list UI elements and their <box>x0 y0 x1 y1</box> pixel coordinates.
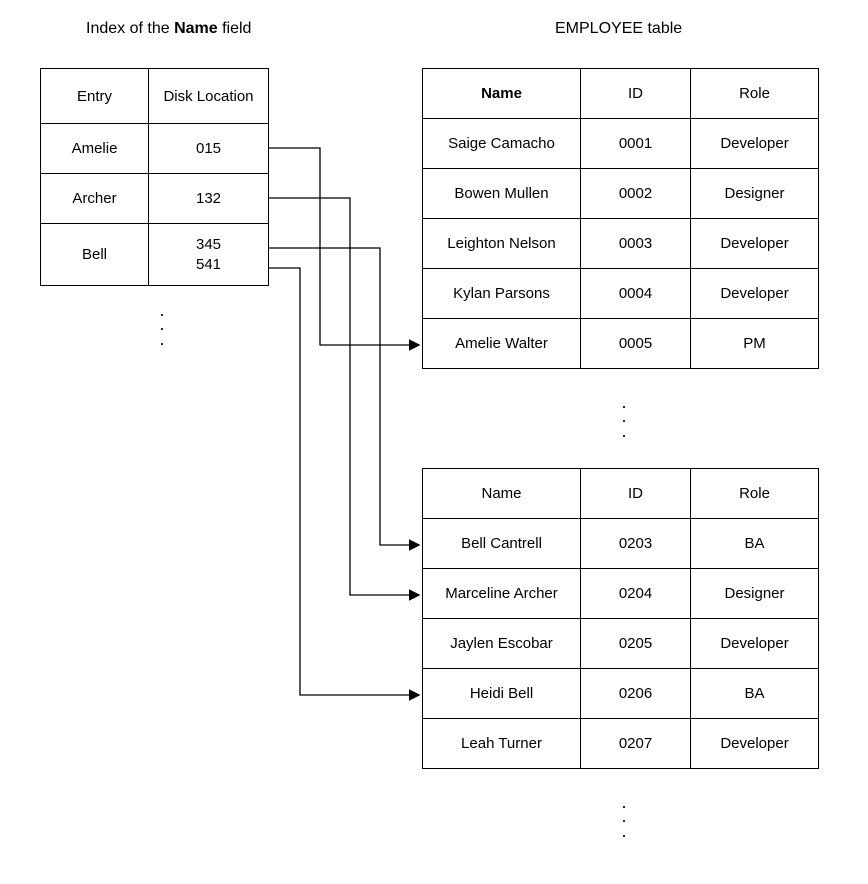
emp-id: 0206 <box>581 669 691 719</box>
emp-header-name: Name <box>423 469 581 519</box>
emp-role: Designer <box>691 169 819 219</box>
emp-header-role: Role <box>691 69 819 119</box>
index-title-bold: Name <box>174 20 218 37</box>
emp-id: 0205 <box>581 619 691 669</box>
emp-id: 0001 <box>581 119 691 169</box>
emp-header-id: ID <box>581 69 691 119</box>
emp-name: Kylan Parsons <box>423 269 581 319</box>
index-entry: Bell <box>41 224 149 286</box>
employee-table-2: Name ID Role Bell Cantrell 0203 BA Marce… <box>422 468 819 769</box>
index-title-post: field <box>218 20 252 37</box>
emp-role: PM <box>691 319 819 369</box>
index-header-disk: Disk Location <box>149 69 269 124</box>
emp-name: Leighton Nelson <box>423 219 581 269</box>
index-disk: 132 <box>149 174 269 224</box>
arrow-amelie <box>268 148 418 345</box>
emp-header-row: Name ID Role <box>423 69 819 119</box>
table-row: Jaylen Escobar 0205 Developer <box>423 619 819 669</box>
emp-role: Developer <box>691 619 819 669</box>
emp-role: Designer <box>691 569 819 619</box>
emp-id: 0203 <box>581 519 691 569</box>
emp-id: 0204 <box>581 569 691 619</box>
index-disk: 345 541 <box>149 224 269 286</box>
emp-name: Saige Camacho <box>423 119 581 169</box>
emp-name: Heidi Bell <box>423 669 581 719</box>
emp-role: BA <box>691 669 819 719</box>
table-row: Leighton Nelson 0003 Developer <box>423 219 819 269</box>
ellipsis-vertical: . . . <box>152 303 172 346</box>
index-disk-line: 345 <box>149 235 268 255</box>
table-row: Leah Turner 0207 Developer <box>423 719 819 769</box>
employee-table-1: Name ID Role Saige Camacho 0001 Develope… <box>422 68 819 369</box>
arrow-archer <box>268 198 418 595</box>
table-row: Saige Camacho 0001 Developer <box>423 119 819 169</box>
ellipsis-vertical: . . . <box>614 395 634 438</box>
index-table: Entry Disk Location Amelie 015 Archer 13… <box>40 68 269 286</box>
emp-id: 0004 <box>581 269 691 319</box>
index-title: Index of the Name field <box>86 20 251 38</box>
emp-id: 0003 <box>581 219 691 269</box>
index-row: Amelie 015 <box>41 124 269 174</box>
ellipsis-vertical: . . . <box>614 795 634 838</box>
emp-role: Developer <box>691 719 819 769</box>
index-disk: 015 <box>149 124 269 174</box>
index-entry: Amelie <box>41 124 149 174</box>
table-row: Bowen Mullen 0002 Designer <box>423 169 819 219</box>
emp-name: Amelie Walter <box>423 319 581 369</box>
emp-id: 0207 <box>581 719 691 769</box>
table-row: Kylan Parsons 0004 Developer <box>423 269 819 319</box>
table-row: Heidi Bell 0206 BA <box>423 669 819 719</box>
emp-name: Bowen Mullen <box>423 169 581 219</box>
index-disk-line: 541 <box>149 255 268 275</box>
arrow-bell-2 <box>268 268 418 695</box>
emp-header-row: Name ID Role <box>423 469 819 519</box>
index-row: Archer 132 <box>41 174 269 224</box>
emp-role: Developer <box>691 269 819 319</box>
index-header-row: Entry Disk Location <box>41 69 269 124</box>
table-row: Marceline Archer 0204 Designer <box>423 569 819 619</box>
arrow-bell-1 <box>268 248 418 545</box>
table-row: Amelie Walter 0005 PM <box>423 319 819 369</box>
index-header-entry: Entry <box>41 69 149 124</box>
emp-role: Developer <box>691 219 819 269</box>
emp-name: Bell Cantrell <box>423 519 581 569</box>
table-row: Bell Cantrell 0203 BA <box>423 519 819 569</box>
index-entry: Archer <box>41 174 149 224</box>
emp-id: 0005 <box>581 319 691 369</box>
emp-name: Jaylen Escobar <box>423 619 581 669</box>
emp-role: BA <box>691 519 819 569</box>
emp-id: 0002 <box>581 169 691 219</box>
emp-name: Leah Turner <box>423 719 581 769</box>
emp-header-role: Role <box>691 469 819 519</box>
index-row: Bell 345 541 <box>41 224 269 286</box>
emp-name: Marceline Archer <box>423 569 581 619</box>
emp-role: Developer <box>691 119 819 169</box>
index-title-pre: Index of the <box>86 20 174 37</box>
emp-header-id: ID <box>581 469 691 519</box>
employee-title: EMPLOYEE table <box>555 20 682 38</box>
emp-header-name: Name <box>423 69 581 119</box>
